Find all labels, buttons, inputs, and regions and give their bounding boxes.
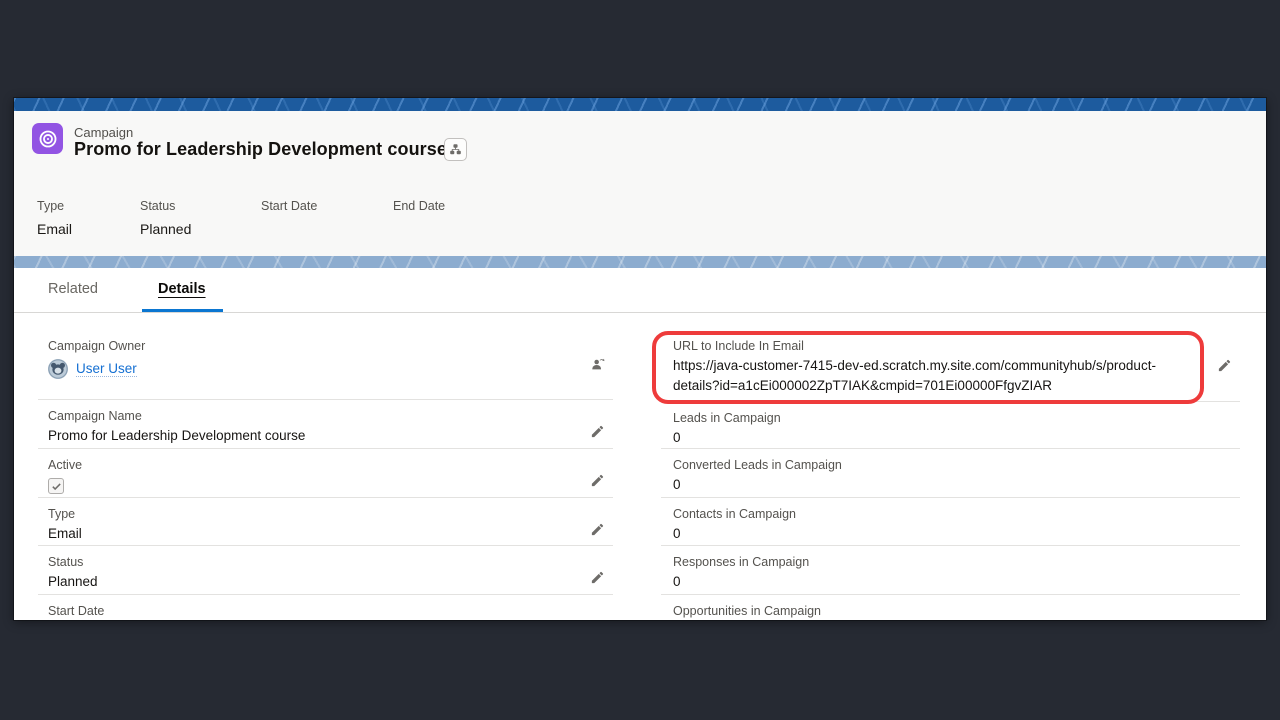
header-field-start-date: Start Date — [261, 199, 317, 238]
field-value: Email — [37, 221, 72, 238]
field-value: Email — [48, 526, 613, 544]
field-label: Contacts in Campaign — [673, 498, 1240, 521]
field-active: Active — [38, 449, 613, 498]
field-label: Leads in Campaign — [673, 402, 1240, 425]
field-converted-leads-in-campaign: Converted Leads in Campaign 0 — [661, 449, 1240, 498]
field-value: 0 — [673, 574, 1240, 592]
field-label: Campaign Owner — [48, 330, 613, 353]
field-status: Status Planned — [38, 546, 613, 595]
field-value — [393, 221, 445, 238]
page-title: Promo for Leadership Development course — [74, 139, 447, 160]
field-responses-in-campaign: Responses in Campaign 0 — [661, 546, 1240, 595]
edit-pencil-icon[interactable] — [590, 570, 605, 585]
field-label: Responses in Campaign — [673, 546, 1240, 569]
field-start-date: Start Date — [38, 595, 613, 620]
campaign-bullseye-icon — [32, 123, 63, 154]
field-leads-in-campaign: Leads in Campaign 0 — [661, 402, 1240, 449]
edit-pencil-icon[interactable] — [590, 473, 605, 488]
field-label: Start Date — [48, 595, 613, 618]
page-background-strip — [14, 256, 1266, 268]
campaign-header-card: Campaign Promo for Leadership Developmen… — [14, 111, 1266, 256]
tab-details[interactable]: Details — [158, 281, 206, 297]
field-label: Active — [48, 449, 613, 472]
browser-top-strip — [14, 98, 1266, 111]
field-campaign-owner: Campaign Owner User User — [38, 330, 613, 400]
url-value-line-1: https://java-customer-7415-dev-ed.scratc… — [673, 358, 1240, 373]
field-value: Planned — [48, 574, 613, 592]
field-label: End Date — [393, 199, 445, 213]
tabs-divider — [14, 312, 1266, 313]
change-owner-icon[interactable] — [590, 356, 605, 371]
field-campaign-name: Campaign Name Promo for Leadership Devel… — [38, 400, 613, 449]
field-label: Campaign Name — [48, 400, 613, 423]
field-value: Planned — [140, 221, 191, 238]
field-label: Status — [140, 199, 191, 213]
field-label: Type — [37, 199, 72, 213]
url-value-line-2: details?id=a1cEi000002ZpT7IAK&cmpid=701E… — [673, 378, 1240, 393]
checkbox-checked-icon — [48, 478, 64, 494]
field-contacts-in-campaign: Contacts in Campaign 0 — [661, 498, 1240, 546]
field-type: Type Email — [38, 498, 613, 546]
campaign-hierarchy-button[interactable] — [444, 138, 467, 161]
field-url-to-include-in-email: URL to Include In Email https://java-cus… — [661, 330, 1240, 402]
tab-related[interactable]: Related — [48, 281, 98, 297]
field-value: 0 — [673, 526, 1240, 544]
field-label: URL to Include In Email — [673, 330, 1240, 353]
field-value: Promo for Leadership Development course — [48, 428, 613, 446]
owner-link[interactable]: User User — [76, 361, 137, 377]
header-field-status: Status Planned — [140, 199, 191, 238]
header-field-end-date: End Date — [393, 199, 445, 238]
field-value: 0 — [673, 477, 1240, 495]
field-opportunities-in-campaign: Opportunities in Campaign — [661, 595, 1240, 620]
field-value: 0 — [673, 430, 1240, 448]
edit-pencil-icon[interactable] — [590, 424, 605, 439]
field-label: Status — [48, 546, 613, 569]
field-label: Start Date — [261, 199, 317, 213]
field-label: Type — [48, 498, 613, 521]
object-type-label: Campaign — [74, 125, 133, 140]
edit-pencil-icon[interactable] — [1217, 358, 1232, 373]
avatar — [48, 359, 68, 379]
salesforce-window: Campaign Promo for Leadership Developmen… — [14, 98, 1266, 620]
details-card: Related Details Campaign Owner User — [14, 268, 1266, 620]
field-value — [261, 221, 317, 238]
field-label: Converted Leads in Campaign — [673, 449, 1240, 472]
header-field-type: Type Email — [37, 199, 72, 238]
edit-pencil-icon[interactable] — [590, 522, 605, 537]
field-label: Opportunities in Campaign — [673, 595, 1240, 618]
